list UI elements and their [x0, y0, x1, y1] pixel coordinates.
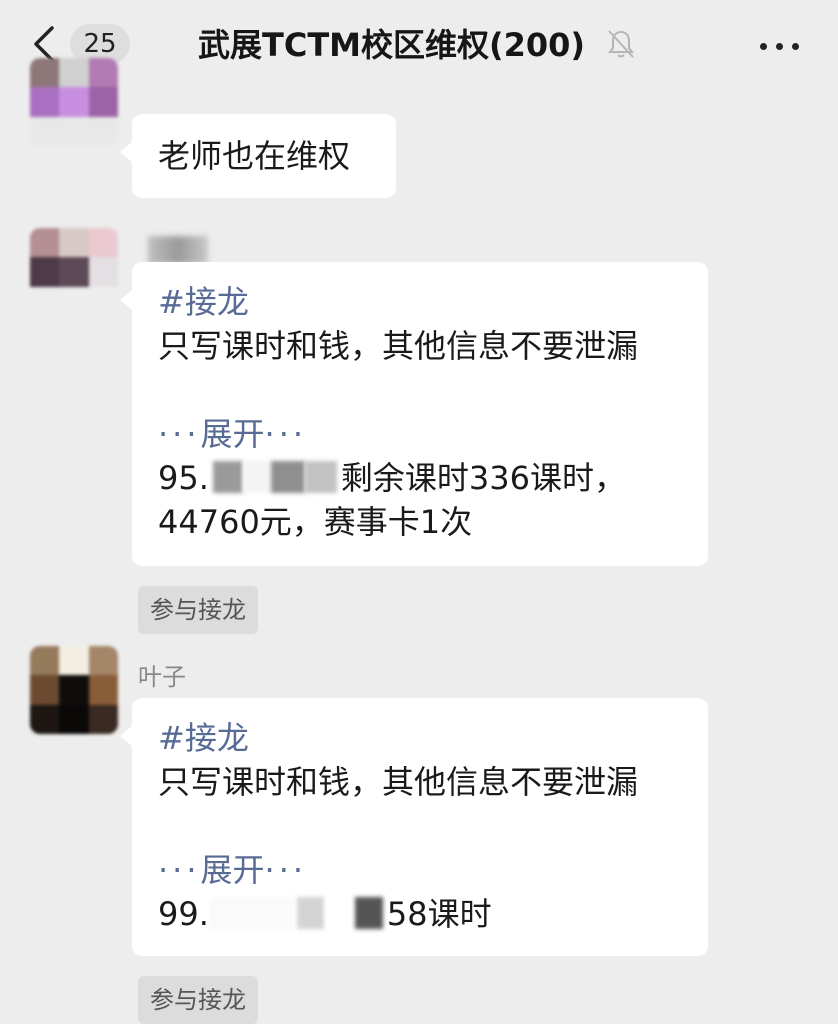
jielong-instruction: 只写课时和钱，其他信息不要泄漏 — [158, 763, 639, 801]
expand-link[interactable]: ···展开··· — [158, 848, 682, 892]
jielong-entry-line2: 44760元，赛事卡1次 — [158, 503, 473, 541]
redacted-text — [354, 897, 383, 929]
jielong-message-bubble[interactable]: #接龙 只写课时和钱，其他信息不要泄漏 ···展开··· 99. 58课时 — [120, 698, 708, 956]
entry-number: 95. — [158, 459, 209, 497]
sender-name: 叶子 — [138, 663, 186, 691]
ellipsis: ··· — [264, 851, 308, 889]
entry-detail: 58课时 — [386, 895, 492, 933]
chat-title[interactable]: 武展TCTM校区维权(200) — [198, 22, 585, 68]
sender-avatar[interactable] — [30, 646, 118, 734]
join-jielong-button[interactable]: 参与接龙 — [138, 586, 258, 634]
jielong-message-bubble[interactable]: #接龙 只写课时和钱，其他信息不要泄漏 ···展开··· 95. 剩余课时336课… — [120, 262, 708, 566]
ellipsis: ··· — [158, 851, 201, 889]
redacted-text — [270, 461, 305, 493]
redacted-text — [242, 461, 271, 493]
jielong-tag: #接龙 — [158, 283, 249, 321]
jielong-entry: 95. 剩余课时336课时， — [158, 456, 682, 500]
chat-screen: 25 武展TCTM校区维权(200) 老师也在维权 #接龙 只写课时和钱，其他信… — [0, 0, 838, 1024]
chat-header: 25 武展TCTM校区维权(200) — [0, 0, 838, 90]
expand-label: 展开 — [200, 851, 265, 889]
jielong-tag: #接龙 — [158, 719, 249, 757]
expand-link[interactable]: ···展开··· — [158, 412, 682, 456]
join-jielong-button[interactable]: 参与接龙 — [138, 976, 258, 1024]
more-dots-icon — [776, 43, 783, 50]
message-text: 老师也在维权 — [158, 137, 351, 175]
message-bubble[interactable]: 老师也在维权 — [120, 114, 396, 198]
jielong-instruction: 只写课时和钱，其他信息不要泄漏 — [158, 327, 639, 365]
entry-detail: 剩余课时336课时， — [340, 459, 626, 497]
chevron-left-icon — [34, 26, 54, 62]
sender-avatar[interactable] — [30, 228, 118, 316]
more-dots-icon — [792, 43, 799, 50]
expand-label: 展开 — [200, 415, 265, 453]
redacted-text — [324, 897, 355, 929]
sender-name-redacted — [148, 236, 208, 264]
entry-number: 99. — [158, 895, 209, 933]
redacted-text — [296, 897, 325, 929]
ellipsis: ··· — [264, 415, 308, 453]
more-dots-icon — [760, 43, 767, 50]
redacted-text — [212, 461, 243, 493]
bell-mute-icon — [608, 30, 634, 58]
more-options-button[interactable] — [752, 24, 806, 68]
redacted-text — [304, 461, 337, 493]
ellipsis: ··· — [158, 415, 201, 453]
redacted-text — [208, 897, 293, 929]
sender-avatar[interactable] — [30, 58, 118, 146]
jielong-entry: 99. 58课时 — [158, 892, 682, 936]
